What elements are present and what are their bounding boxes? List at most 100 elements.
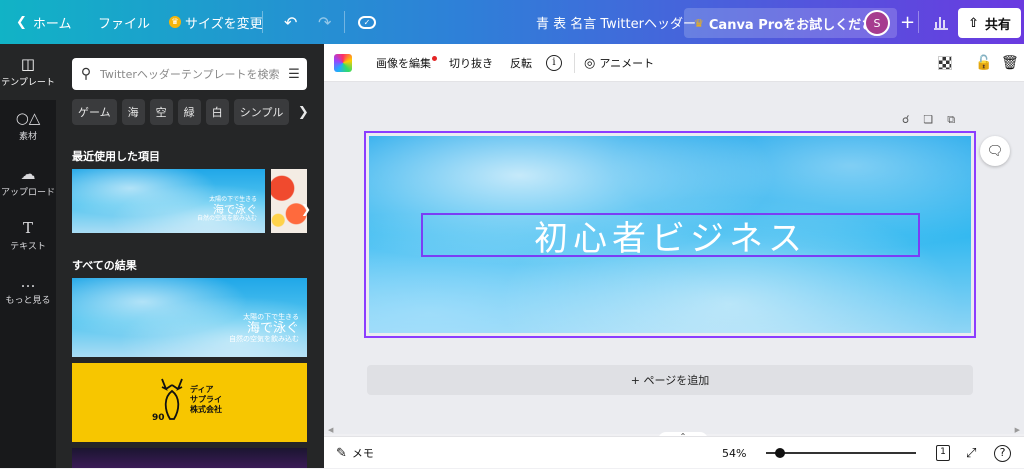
crown-icon: ♛ <box>694 16 704 30</box>
share-label: 共有 <box>984 17 1011 33</box>
layout-icon: ◫ <box>20 55 36 73</box>
page-count-button[interactable]: 1 <box>936 437 950 469</box>
editor-toolbar: 画像を編集 切り抜き 反転 i ◎ アニメート 🔓 🗑 <box>324 44 1024 82</box>
resize-button[interactable]: ♛ サイズを変更 <box>163 0 269 44</box>
rail-item-templates[interactable]: ◫ テンプレート <box>0 44 56 100</box>
chip-sky[interactable]: 空 <box>149 99 173 125</box>
home-label: ホーム <box>32 16 72 32</box>
rail-item-label: もっと見る <box>5 296 51 306</box>
rail-item-label: 素材 <box>18 132 37 142</box>
resize-label: サイズを変更 <box>185 16 263 32</box>
recent-template-sky[interactable]: 太陽の下で生きる 海で泳ぐ 自然の空気を飲み込む <box>72 169 265 233</box>
rail-item-more[interactable]: … もっと見る <box>0 274 56 306</box>
template-text: 太陽の下で生きる 海で泳ぐ 自然の空気を飲み込む <box>229 313 299 344</box>
rail-item-uploads[interactable]: ☁ アップロード <box>0 166 56 198</box>
trash-icon[interactable]: 🗑 <box>1001 44 1019 82</box>
scroll-right-icon[interactable]: ▶ <box>1015 426 1020 434</box>
page-lock-icon[interactable]: ☌ <box>902 113 909 127</box>
search-input[interactable]: ⚲ Twitterヘッダーテンプレートを検索 ☰ <box>72 58 307 90</box>
filter-icon[interactable]: ☰ <box>281 67 307 82</box>
page-count: 1 <box>936 445 950 461</box>
notes-button[interactable]: ✎ メモ <box>336 437 374 469</box>
add-page-icon[interactable]: ⧉ <box>947 113 955 127</box>
home-button[interactable]: ❮ ホーム <box>10 0 78 44</box>
chevron-right-icon[interactable]: ❯ <box>294 99 312 125</box>
add-comment-icon[interactable]: 🗨 <box>980 136 1010 166</box>
upload-icon: ⇧ <box>968 15 979 31</box>
lock-icon[interactable]: 🔓 <box>975 44 992 82</box>
file-label: ファイル <box>98 16 151 32</box>
try-pro-label: Canva Proをお試しください <box>708 17 888 33</box>
add-page-button[interactable]: + ページを追加 <box>367 365 973 395</box>
template-text: 太陽の下で生きる 海で泳ぐ 自然の空気を飲み込む <box>196 196 257 222</box>
template-line: 海で泳ぐ <box>213 202 257 216</box>
result-template-dark[interactable] <box>72 448 307 468</box>
template-line: 株式会社 <box>190 405 222 414</box>
template-line: ディア <box>190 385 214 394</box>
color-swatch[interactable] <box>334 54 352 72</box>
filter-chips: ゲーム 海 空 緑 白 シンプル ❯ <box>72 99 322 125</box>
result-template-sky[interactable]: 太陽の下で生きる 海で泳ぐ 自然の空気を飲み込む <box>72 278 307 357</box>
transparency-icon[interactable] <box>938 44 952 82</box>
notes-icon: ✎ <box>336 445 347 461</box>
info-icon[interactable]: i <box>546 44 562 82</box>
chip-white[interactable]: 白 <box>205 99 229 125</box>
all-results-title: すべての結果 <box>72 259 137 272</box>
template-number: 90 <box>152 413 165 423</box>
headline-textbox[interactable]: 初心者ビジネス <box>421 213 920 259</box>
animate-button[interactable]: ◎ アニメート <box>584 44 654 82</box>
notification-dot <box>432 55 437 61</box>
side-rail: ◫ テンプレート ○△ 素材 ☁ アップロード T テキスト … もっと見る <box>0 44 56 468</box>
chevron-right-icon[interactable]: ❯ <box>298 196 314 222</box>
flip-button[interactable]: 反転 <box>510 44 532 82</box>
top-bar: ❮ ホーム ファイル ♛ サイズを変更 ↶ ↷ ✓ 青 表 名言 Twitter… <box>0 0 1024 44</box>
template-line: 自然の空気を飲み込む <box>196 214 257 222</box>
rail-item-label: アップロード <box>0 188 55 198</box>
edit-image-button[interactable]: 画像を編集 <box>376 44 437 82</box>
bottom-bar: ✎ メモ 54% 1 ⤢ ? <box>324 436 1024 468</box>
chip-green[interactable]: 緑 <box>177 99 201 125</box>
chip-sea[interactable]: 海 <box>121 99 145 125</box>
edit-image-label: 画像を編集 <box>376 57 431 70</box>
result-template-deer[interactable]: ディア サプライ 株式会社 90 <box>72 363 307 442</box>
more-dots-icon: … <box>20 273 36 291</box>
rail-item-text[interactable]: T テキスト <box>0 220 56 252</box>
duplicate-page-icon[interactable]: ❏ <box>923 113 933 127</box>
rail-item-label: テンプレート <box>1 78 55 88</box>
chevron-left-icon: ❮ <box>16 14 27 30</box>
share-button[interactable]: ⇧ 共有 <box>958 8 1021 38</box>
rail-item-label: テキスト <box>10 242 46 252</box>
divider <box>262 11 263 33</box>
crop-label: 切り抜き <box>449 57 493 70</box>
cloud-sync-icon[interactable]: ✓ <box>352 0 382 44</box>
zoom-label: 54% <box>722 446 747 460</box>
add-page-label: + ページを追加 <box>630 374 710 387</box>
chip-game[interactable]: ゲーム <box>72 99 117 125</box>
cloud-upload-icon: ☁ <box>20 165 36 183</box>
template-line: サプライ <box>190 395 222 404</box>
zoom-slider[interactable] <box>766 452 916 454</box>
zoom-slider-handle[interactable] <box>774 448 785 458</box>
zoom-readout[interactable]: 54% <box>722 437 746 469</box>
template-text: ディア サプライ 株式会社 <box>190 385 222 415</box>
avatar[interactable]: S <box>864 10 890 36</box>
document-title-text: 青 表 名言 Twitterヘッダー <box>536 16 696 32</box>
undo-icon[interactable]: ↶ <box>278 0 303 44</box>
search-icon: ⚲ <box>80 66 92 82</box>
help-icon[interactable]: ? <box>994 437 1011 469</box>
notes-label: メモ <box>351 447 374 460</box>
flip-label: 反転 <box>510 57 532 70</box>
fullscreen-icon[interactable]: ⤢ <box>966 437 976 469</box>
search-placeholder: Twitterヘッダーテンプレートを検索 <box>100 68 280 81</box>
headline-text: 初心者ビジネス <box>534 218 807 259</box>
rail-item-elements[interactable]: ○△ 素材 <box>0 110 56 142</box>
redo-icon[interactable]: ↷ <box>312 0 337 44</box>
analytics-icon[interactable] <box>926 0 956 44</box>
document-title[interactable]: 青 表 名言 Twitterヘッダー <box>530 0 702 44</box>
crop-button[interactable]: 切り抜き <box>449 44 493 82</box>
chip-simple[interactable]: シンプル <box>233 99 290 125</box>
template-line: 海で泳ぐ <box>246 320 299 336</box>
file-menu[interactable]: ファイル <box>92 0 156 44</box>
scroll-left-icon[interactable]: ◀ <box>328 426 333 434</box>
divider <box>344 11 345 33</box>
